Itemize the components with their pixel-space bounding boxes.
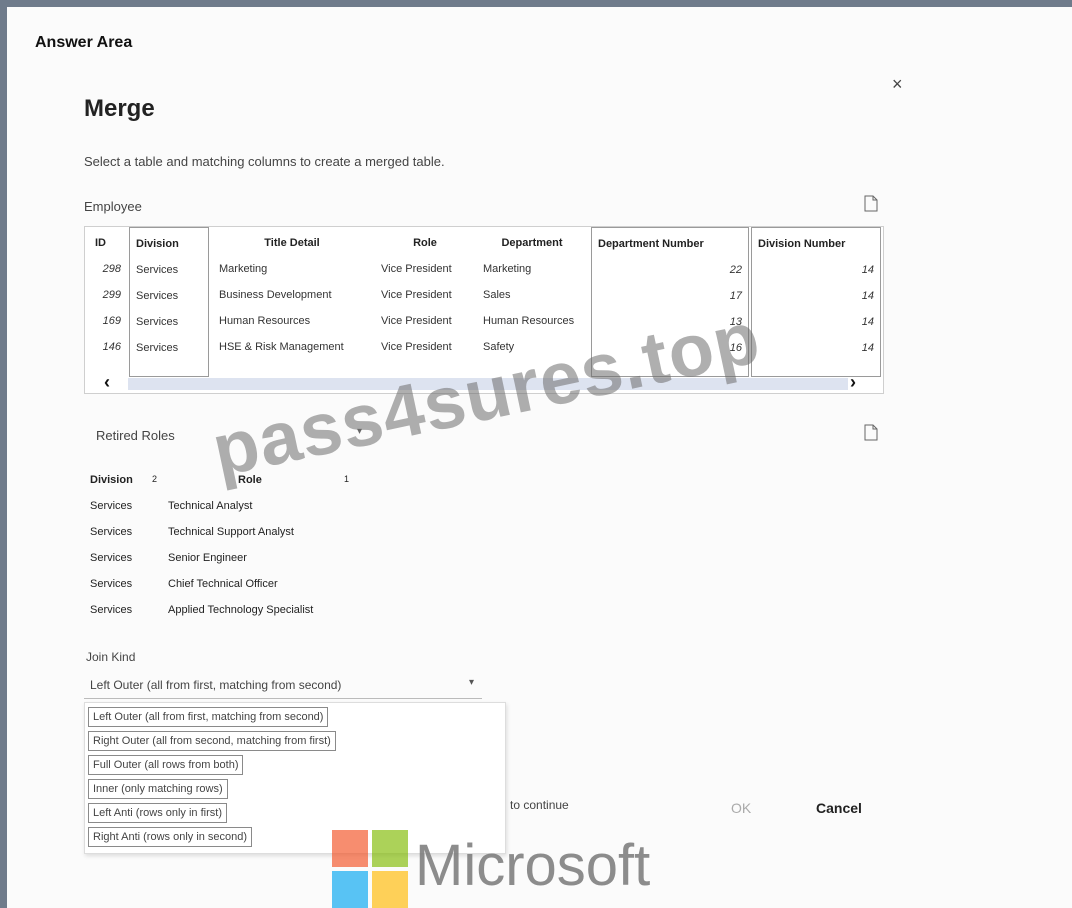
chevron-down-icon: ▾ bbox=[356, 426, 362, 437]
table-cell: 22 bbox=[729, 264, 742, 276]
table-cell: Services bbox=[136, 316, 179, 328]
file-icon[interactable] bbox=[864, 195, 878, 212]
table-cell: 14 bbox=[861, 264, 874, 276]
join-kind-label: Join Kind bbox=[86, 650, 136, 664]
table-cell: Services bbox=[136, 290, 179, 302]
table-cell: Services bbox=[136, 264, 179, 276]
table-cell: 14 bbox=[861, 290, 874, 302]
microsoft-logo-icon bbox=[332, 830, 408, 908]
join-kind-selected: Left Outer (all from first, matching fro… bbox=[90, 678, 342, 692]
table-cell: 298 bbox=[102, 263, 121, 275]
table-cell: 13 bbox=[729, 316, 742, 328]
table-cell: Marketing bbox=[219, 263, 268, 275]
scroll-right-icon[interactable]: › bbox=[850, 372, 856, 393]
table-cell: Human Resources bbox=[219, 315, 311, 327]
table-cell: Human Resources bbox=[483, 315, 575, 327]
join-option[interactable]: Full Outer (all rows from both) bbox=[88, 755, 244, 775]
table-cell: 169 bbox=[102, 315, 121, 327]
second-table-preview[interactable]: Division 2 Role 1 Services Technical Analyst S… bbox=[88, 470, 388, 630]
table-cell: 16 bbox=[729, 342, 742, 354]
column-header[interactable]: Division bbox=[136, 238, 179, 250]
table-cell: Vice President bbox=[381, 341, 452, 353]
first-table-preview[interactable]: ID 298 299 169 146 Division Services Services Se… bbox=[84, 226, 884, 394]
table-cell: Business Development bbox=[219, 289, 332, 301]
join-option[interactable]: Right Outer (all from second, matching f… bbox=[88, 731, 336, 751]
table-cell: Services bbox=[90, 552, 133, 564]
dialog-subtitle: Select a table and matching columns to c… bbox=[84, 154, 445, 169]
first-table-name: Employee bbox=[84, 199, 142, 214]
join-option[interactable]: Left Anti (rows only in first) bbox=[88, 803, 227, 823]
table-cell: 14 bbox=[861, 342, 874, 354]
table-cell: Marketing bbox=[483, 263, 532, 275]
column-department[interactable]: Department Marketing Sales Human Resources S… bbox=[477, 227, 587, 377]
table-cell: Technical Analyst bbox=[168, 500, 253, 512]
second-table-name: Retired Roles bbox=[96, 428, 175, 443]
table-cell: Services bbox=[136, 342, 179, 354]
join-option[interactable]: Left Outer (all from first, matching fro… bbox=[88, 707, 329, 727]
table-cell: Vice President bbox=[381, 289, 452, 301]
column-header[interactable]: Role bbox=[238, 474, 262, 486]
table-cell: Applied Technology Specialist bbox=[168, 604, 314, 616]
second-table-select[interactable]: Retired Roles ▾ bbox=[88, 424, 368, 448]
column-id[interactable]: ID 298 299 169 146 bbox=[91, 227, 127, 377]
table-cell: Technical Support Analyst bbox=[168, 526, 294, 538]
dialog-title: Merge bbox=[84, 95, 155, 122]
table-cell: Chief Technical Officer bbox=[168, 578, 278, 590]
table-cell: 299 bbox=[102, 289, 121, 301]
continue-text: to continue bbox=[510, 798, 569, 812]
table-cell: Safety bbox=[483, 341, 515, 353]
key-order-badge: 1 bbox=[344, 474, 350, 484]
table-cell: HSE & Risk Management bbox=[219, 341, 344, 353]
column-division-number[interactable]: Division Number 14 14 14 14 bbox=[751, 227, 881, 377]
column-header[interactable]: Role bbox=[375, 237, 475, 249]
table-cell: Vice President bbox=[381, 263, 452, 275]
scroll-left-icon[interactable]: ‹ bbox=[104, 372, 110, 393]
column-title-detail[interactable]: Title Detail Marketing Business Developmen… bbox=[213, 227, 371, 377]
table-cell: 17 bbox=[729, 290, 742, 302]
join-option[interactable]: Inner (only matching rows) bbox=[88, 779, 228, 799]
join-kind-select[interactable]: Left Outer (all from first, matching fro… bbox=[84, 673, 482, 699]
cancel-button[interactable]: Cancel bbox=[816, 800, 862, 816]
column-header[interactable]: Division Number bbox=[758, 238, 845, 250]
ok-button[interactable]: OK bbox=[731, 800, 751, 816]
table-cell: Services bbox=[90, 526, 133, 538]
answer-area-label: Answer Area bbox=[35, 34, 133, 51]
column-role[interactable]: Role Vice President Vice President Vice Pre… bbox=[375, 227, 475, 377]
table-cell: Sales bbox=[483, 289, 511, 301]
column-division[interactable]: Division Services Services Services Services bbox=[129, 227, 209, 377]
join-option[interactable]: Right Anti (rows only in second) bbox=[88, 827, 253, 847]
table-cell: 14 bbox=[861, 316, 874, 328]
table-cell: Services bbox=[90, 604, 133, 616]
column-header[interactable]: Division bbox=[90, 474, 133, 486]
close-icon[interactable]: × bbox=[892, 74, 903, 95]
column-department-number[interactable]: Department Number 22 17 13 16 bbox=[591, 227, 749, 377]
column-header[interactable]: Department Number bbox=[598, 238, 704, 250]
file-icon-second[interactable] bbox=[864, 424, 878, 441]
key-order-badge: 2 bbox=[152, 474, 158, 484]
table-cell: Senior Engineer bbox=[168, 552, 247, 564]
horizontal-scrollbar[interactable]: ‹ › bbox=[84, 372, 884, 393]
table-cell: Services bbox=[90, 578, 133, 590]
scroll-thumb[interactable] bbox=[128, 378, 848, 390]
table-cell: Vice President bbox=[381, 315, 452, 327]
column-header[interactable]: ID bbox=[95, 237, 106, 249]
column-header[interactable]: Title Detail bbox=[213, 237, 371, 249]
column-header[interactable]: Department bbox=[477, 237, 587, 249]
table-cell: Services bbox=[90, 500, 133, 512]
table-cell: 146 bbox=[102, 341, 121, 353]
join-kind-dropdown: Left Outer (all from first, matching fro… bbox=[84, 702, 506, 854]
chevron-down-icon: ▾ bbox=[468, 677, 474, 688]
